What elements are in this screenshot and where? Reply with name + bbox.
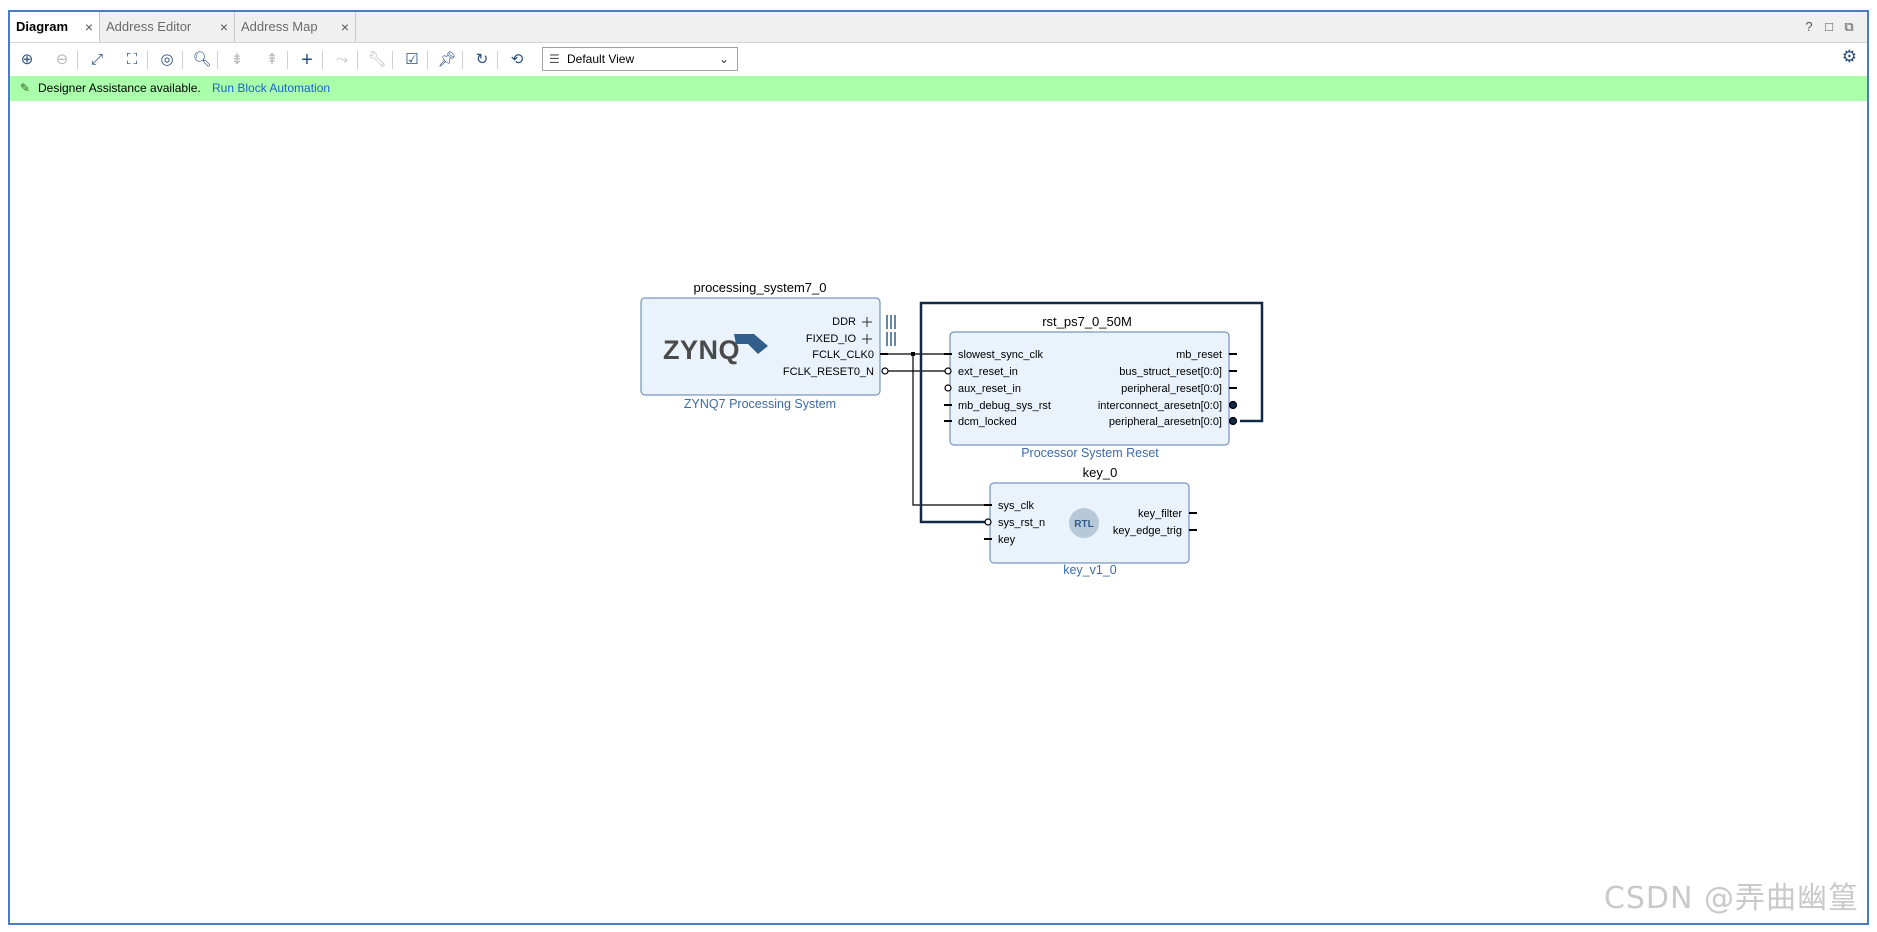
close-icon[interactable]: × bbox=[220, 12, 228, 42]
collapse-icon[interactable]: ⇟ bbox=[226, 49, 248, 71]
tab-address-editor-label: Address Editor bbox=[106, 19, 192, 34]
rst-type-label: Processor System Reset bbox=[1021, 446, 1159, 460]
pin-interconnect-aresetn[interactable] bbox=[1228, 400, 1238, 410]
tab-address-editor[interactable]: Address Editor × bbox=[100, 12, 235, 42]
pin-peripheral-aresetn[interactable] bbox=[1228, 416, 1238, 426]
pin-aux-reset-in[interactable] bbox=[944, 384, 952, 392]
tab-diagram-label: Diagram bbox=[16, 19, 69, 34]
port-ext-reset-in: ext_reset_in bbox=[958, 366, 1018, 378]
zynq-logo: ZYNQ bbox=[663, 335, 740, 365]
port-interconnect-aresetn: interconnect_aresetn[0:0] bbox=[1098, 400, 1222, 412]
view-icon: ☰ bbox=[549, 52, 560, 66]
close-icon[interactable]: × bbox=[341, 12, 349, 42]
rst-instance-name: rst_ps7_0_50M bbox=[1042, 314, 1132, 329]
pin-sys-rst-n[interactable] bbox=[984, 518, 992, 526]
port-aux-reset-in: aux_reset_in bbox=[958, 383, 1021, 395]
tab-address-map-label: Address Map bbox=[241, 19, 318, 34]
center-icon[interactable]: ◎ bbox=[156, 49, 178, 71]
ps7-type-label: ZYNQ7 Processing System bbox=[684, 397, 836, 411]
port-key-filter: key_filter bbox=[1138, 508, 1182, 520]
zoom-fit-icon[interactable]: ⤢ bbox=[86, 49, 108, 71]
rtl-badge-label: RTL bbox=[1074, 519, 1093, 530]
diagram-window: Diagram × Address Editor × Address Map ×… bbox=[8, 10, 1869, 925]
ps7-instance-name: processing_system7_0 bbox=[694, 280, 827, 295]
make-connection-icon[interactable]: ⤳ bbox=[331, 49, 353, 71]
float-icon[interactable]: ⧉ bbox=[1839, 12, 1859, 42]
bus-interface-icon bbox=[886, 315, 896, 346]
validate-icon[interactable]: ☑ bbox=[401, 49, 423, 71]
port-slowest-sync-clk: slowest_sync_clk bbox=[958, 349, 1043, 361]
wire-junction bbox=[911, 352, 915, 356]
port-dcm-locked: dcm_locked bbox=[958, 416, 1017, 428]
diagram-canvas[interactable]: processing_system7_0 ZYNQ DDR FIXED_IO F… bbox=[10, 102, 1867, 923]
port-mb-debug-sys-rst: mb_debug_sys_rst bbox=[958, 400, 1051, 412]
port-ddr: DDR bbox=[832, 316, 856, 328]
assist-pin-icon: ✎ bbox=[20, 81, 31, 95]
port-peripheral-reset: peripheral_reset[0:0] bbox=[1121, 383, 1222, 395]
zoom-out-icon[interactable]: ⊖ bbox=[51, 49, 73, 71]
designer-assistance-banner: ✎ Designer Assistance available. Run Blo… bbox=[10, 76, 1867, 101]
port-fclk-reset0-n: FCLK_RESET0_N bbox=[783, 366, 874, 378]
view-select-value: Default View bbox=[567, 52, 635, 66]
port-fclk-clk0: FCLK_CLK0 bbox=[812, 349, 874, 361]
help-icon[interactable]: ? bbox=[1799, 12, 1819, 42]
port-peripheral-aresetn: peripheral_aresetn[0:0] bbox=[1109, 416, 1222, 428]
block-diagram: processing_system7_0 ZYNQ DDR FIXED_IO F… bbox=[640, 280, 1264, 577]
block-processor-system-reset[interactable]: rst_ps7_0_50M slowest_sync_clk ext_reset… bbox=[944, 314, 1238, 460]
restore-icon[interactable]: □ bbox=[1819, 12, 1839, 42]
close-icon[interactable]: × bbox=[85, 12, 93, 42]
wrench-icon[interactable]: 🔧︎ bbox=[366, 49, 388, 71]
banner-message: Designer Assistance available. bbox=[38, 81, 201, 95]
tab-address-map[interactable]: Address Map × bbox=[235, 12, 356, 42]
pin-fclk-reset0-n[interactable] bbox=[881, 367, 889, 375]
gear-icon[interactable]: ⚙ bbox=[1842, 47, 1857, 67]
port-sys-clk: sys_clk bbox=[998, 500, 1035, 512]
block-key[interactable]: key_0 sys_clk sys_rst_n key key_filter k… bbox=[984, 465, 1197, 577]
expand-icon[interactable]: ⇞ bbox=[261, 49, 283, 71]
chevron-down-icon: ⌄ bbox=[718, 52, 729, 66]
tab-diagram[interactable]: Diagram × bbox=[10, 12, 100, 42]
key-type-label: key_v1_0 bbox=[1063, 563, 1117, 577]
run-block-automation-link[interactable]: Run Block Automation bbox=[212, 76, 330, 101]
zoom-area-icon[interactable]: ⛶ bbox=[121, 49, 143, 71]
regenerate-layout-icon[interactable]: ⟲ bbox=[506, 49, 528, 71]
refresh-icon[interactable]: ↻ bbox=[471, 49, 493, 71]
port-key-edge-trig: key_edge_trig bbox=[1113, 525, 1182, 537]
port-fixed-io: FIXED_IO bbox=[806, 333, 857, 345]
window-controls: ? □ ⧉ bbox=[1799, 12, 1859, 42]
port-sys-rst-n: sys_rst_n bbox=[998, 517, 1045, 529]
search-icon[interactable]: 🔍︎ bbox=[191, 49, 213, 71]
port-bus-struct-reset: bus_struct_reset[0:0] bbox=[1119, 366, 1222, 378]
pin-ext-reset-in[interactable] bbox=[944, 367, 952, 375]
key-instance-name: key_0 bbox=[1083, 465, 1118, 480]
block-processing-system7[interactable]: processing_system7_0 ZYNQ DDR FIXED_IO F… bbox=[640, 280, 896, 411]
pin-icon[interactable]: 📌︎ bbox=[436, 49, 458, 71]
view-select[interactable]: ☰ Default View ⌄ bbox=[542, 47, 738, 71]
port-key: key bbox=[998, 534, 1016, 546]
watermark: CSDN @弄曲幽篁 bbox=[1603, 881, 1859, 916]
zoom-in-icon[interactable]: ⊕ bbox=[16, 49, 38, 71]
add-ip-icon[interactable]: + bbox=[296, 49, 318, 71]
port-mb-reset: mb_reset bbox=[1176, 349, 1222, 361]
tab-bar: Diagram × Address Editor × Address Map ×… bbox=[10, 12, 1867, 43]
diagram-toolbar: ⊕ ⊖ ⤢ ⛶ ◎ 🔍︎ ⇟ ⇞ + ⤳ 🔧︎ ☑ 📌︎ ↻ ⟲ ☰ Defau… bbox=[10, 43, 1867, 75]
